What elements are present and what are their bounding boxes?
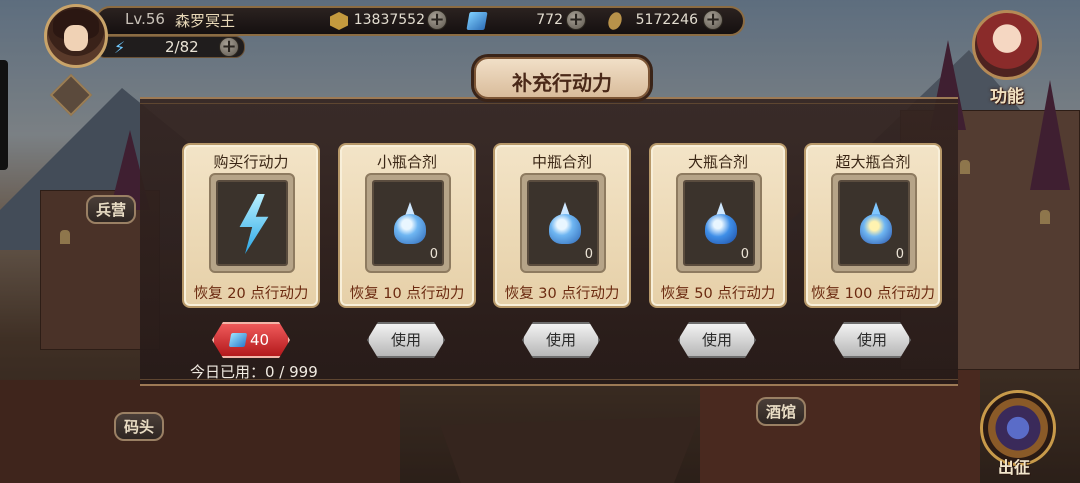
device-edge [0,60,8,170]
item-card-buy-energy[interactable]: 购买行动力 恢复 20 点行动力 [182,143,320,308]
card-value: 772 [536,12,563,28]
add-energy-button[interactable]: + [219,37,239,57]
add-coin-button[interactable]: + [703,10,723,30]
add-card-button[interactable]: + [566,10,586,30]
map-tag-tavern[interactable]: 酒馆 [756,397,807,426]
player-level: Lv.56 [125,10,165,28]
item-slot: 0 [365,173,451,273]
item-card-medium-potion[interactable]: 中瓶合剂 0 恢复 30 点行动力 [493,143,631,308]
item-name: 大瓶合剂 [687,153,748,171]
use-medium-potion-button[interactable]: 使用 [522,322,600,358]
item-count: 0 [895,247,904,262]
item-name: 购买行动力 [213,153,289,171]
item-name: 中瓶合剂 [531,153,592,171]
coin-value: 5172246 [635,12,698,28]
small-potion-icon [392,202,428,246]
item-count: 0 [584,247,593,262]
gold-value: 13837552 [353,12,425,28]
function-menu-label[interactable]: 功能 [990,82,1024,107]
large-potion-icon [703,202,739,246]
use-extra-large-potion-button[interactable]: 使用 [833,322,911,358]
energy-value: 2/82 [165,38,199,56]
medium-potion-icon [547,202,583,246]
function-menu-portrait[interactable] [972,10,1042,80]
item-name: 超大瓶合剂 [835,153,911,171]
item-description: 恢复 50 点行动力 [660,286,776,302]
dialog-title-plate: 补充行动力 [474,57,650,99]
sortie-label[interactable]: 出征 [998,454,1030,478]
buy-energy-button[interactable]: 40 [212,322,290,358]
item-card-extra-large-potion[interactable]: 超大瓶合剂 0 恢复 100 点行动力 [804,143,942,308]
energy-bolt-icon: ⚡ [114,38,126,57]
item-description: 恢复 100 点行动力 [811,286,935,302]
item-slot: 0 [676,173,762,273]
extra-large-potion-icon [858,202,894,246]
item-card-large-potion[interactable]: 大瓶合剂 0 恢复 50 点行动力 [649,143,787,308]
dialog-title: 补充行动力 [512,71,612,95]
map-tag-dock[interactable]: 码头 [114,412,165,441]
add-gold-button[interactable]: + [427,10,447,30]
item-slot: 0 [831,173,917,273]
use-large-potion-button[interactable]: 使用 [678,322,756,358]
item-count: 0 [740,247,749,262]
item-description: 恢复 30 点行动力 [504,286,620,302]
used-today-counter: 今日已用：0 / 999 [190,363,318,381]
item-description: 恢复 10 点行动力 [349,286,465,302]
lightning-bolt-icon [239,194,269,254]
use-small-potion-button[interactable]: 使用 [367,322,445,358]
item-description: 恢复 20 点行动力 [193,286,309,302]
item-count: 0 [429,247,438,262]
map-tag-barracks[interactable]: 兵营 [86,195,137,224]
item-card-small-potion[interactable]: 小瓶合剂 0 恢复 10 点行动力 [338,143,476,308]
player-name: 森罗冥王 [175,12,236,30]
blue-card-icon [228,333,248,347]
buy-cost: 40 [250,331,270,349]
item-slot: 0 [520,173,606,273]
item-name: 小瓶合剂 [376,153,437,171]
player-avatar[interactable] [44,4,108,68]
item-slot [209,173,295,273]
